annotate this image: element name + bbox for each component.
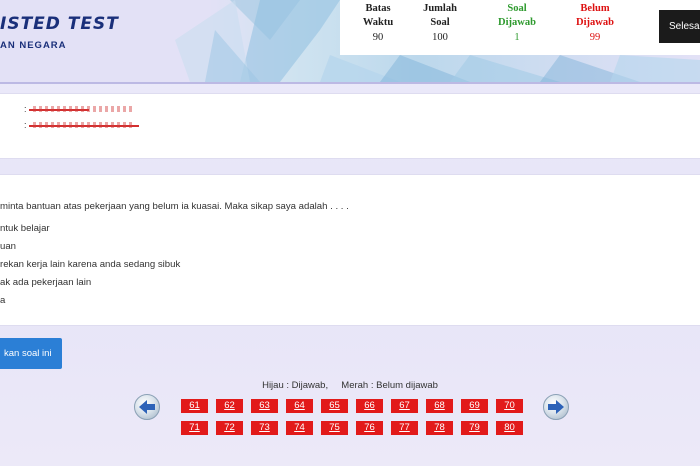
header-banner: ISTED TEST AN NEGARA Batas Waktu 90 Juml… <box>0 0 700 82</box>
question-number-button[interactable]: 77 <box>391 421 418 435</box>
participant-email-row: : <box>24 120 139 130</box>
next-page-button[interactable] <box>543 394 569 420</box>
question-number-button[interactable]: 76 <box>356 421 383 435</box>
arrow-left-icon <box>139 400 155 414</box>
question-number-button[interactable]: 71 <box>181 421 208 435</box>
unanswered-stat: Belum Dijawab 99 <box>565 2 625 45</box>
color-legend: Hijau : Dijawab, Merah : Belum dijawab <box>262 380 438 391</box>
redacted-name <box>28 105 133 112</box>
answered-value: 1 <box>514 32 520 43</box>
header-divider <box>0 82 700 84</box>
question-number-button[interactable]: 78 <box>426 421 453 435</box>
option-b[interactable]: uan <box>0 241 16 252</box>
redacted-email <box>28 121 139 128</box>
question-number-button[interactable]: 63 <box>251 399 278 413</box>
prev-page-button[interactable] <box>134 394 160 420</box>
doubt-question-button[interactable]: kan soal ini <box>0 338 62 369</box>
option-c[interactable]: rekan kerja lain karena anda sedang sibu… <box>0 259 180 270</box>
question-number-button[interactable]: 69 <box>461 399 488 413</box>
logo-title: ISTED TEST <box>0 14 119 34</box>
arrow-right-icon <box>548 400 564 414</box>
question-panel: minta bantuan atas pekerjaan yang belum … <box>0 174 700 326</box>
question-number-button[interactable]: 61 <box>181 399 208 413</box>
question-number-button[interactable]: 73 <box>251 421 278 435</box>
question-number-button[interactable]: 67 <box>391 399 418 413</box>
question-number-button[interactable]: 65 <box>321 399 348 413</box>
time-limit-stat: Batas Waktu 90 <box>348 2 408 45</box>
question-number-button[interactable]: 79 <box>461 421 488 435</box>
question-number-button[interactable]: 66 <box>356 399 383 413</box>
question-number-button[interactable]: 70 <box>496 399 523 413</box>
participant-info: : : <box>0 93 700 159</box>
answered-stat: Soal Dijawab 1 <box>487 2 547 45</box>
unanswered-value: 99 <box>589 32 601 43</box>
option-e[interactable]: a <box>0 295 5 306</box>
total-questions-value: 100 <box>432 32 448 43</box>
question-number-button[interactable]: 80 <box>496 421 523 435</box>
participant-name-row: : <box>24 104 133 114</box>
question-number-button[interactable]: 72 <box>216 421 243 435</box>
question-number-button[interactable]: 62 <box>216 399 243 413</box>
test-stats-panel: Batas Waktu 90 Jumlah Soal 100 Soal Dija… <box>340 0 700 55</box>
total-questions-stat: Jumlah Soal 100 <box>410 2 470 45</box>
option-a[interactable]: ntuk belajar <box>0 223 50 234</box>
question-number-button[interactable]: 64 <box>286 399 313 413</box>
question-number-button[interactable]: 68 <box>426 399 453 413</box>
logo-subtitle: AN NEGARA <box>0 40 67 51</box>
time-limit-value: 90 <box>372 32 384 43</box>
option-d[interactable]: ak ada pekerjaan lain <box>0 277 91 288</box>
question-number-button[interactable]: 75 <box>321 421 348 435</box>
finish-button[interactable]: Selesa <box>659 10 700 43</box>
question-text: minta bantuan atas pekerjaan yang belum … <box>0 201 349 212</box>
question-number-button[interactable]: 74 <box>286 421 313 435</box>
